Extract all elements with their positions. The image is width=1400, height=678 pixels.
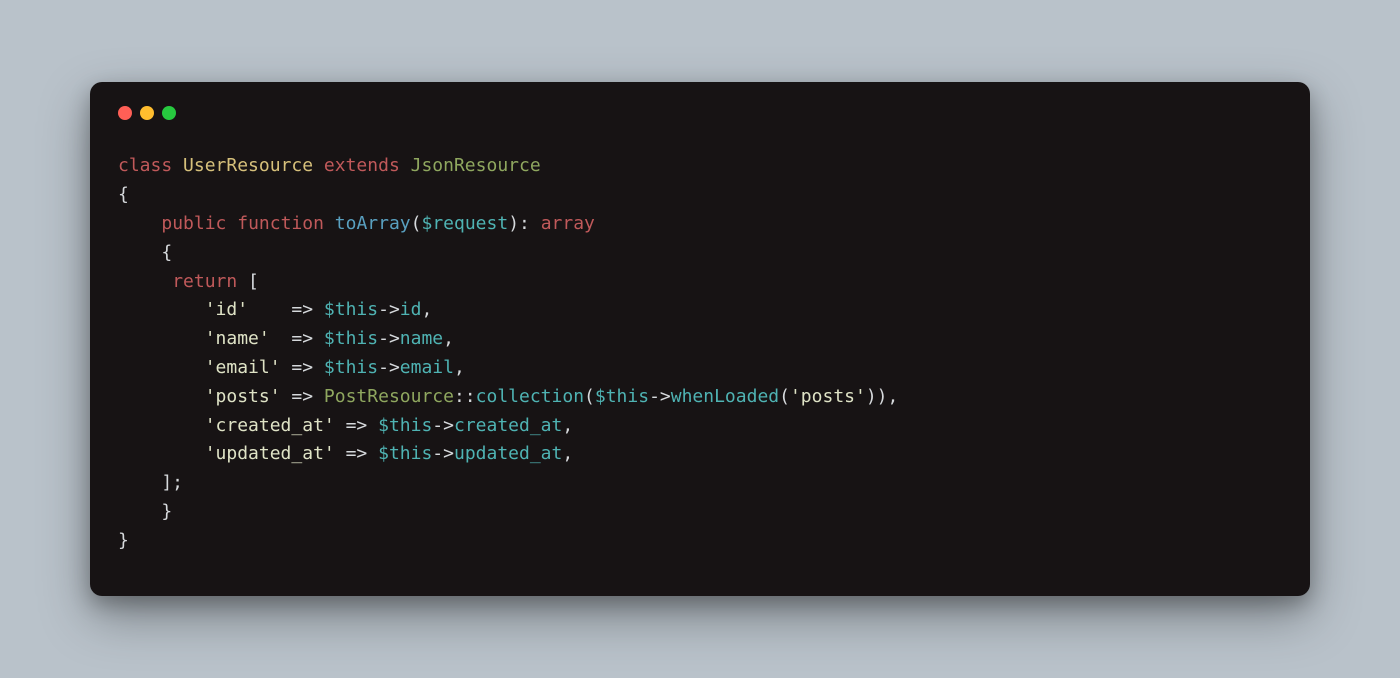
minimize-icon[interactable] [140, 106, 154, 120]
code-line: 'email' => $this->email, [118, 357, 465, 378]
code-line: return [ [118, 271, 259, 292]
code-line: 'created_at' => $this->created_at, [118, 415, 573, 436]
code-window: class UserResource extends JsonResource … [90, 82, 1310, 595]
close-icon[interactable] [118, 106, 132, 120]
code-line: public function toArray($request): array [118, 213, 595, 234]
traffic-lights [118, 106, 1282, 120]
code-line: 'id' => $this->id, [118, 299, 432, 320]
code-line: 'posts' => PostResource::collection($thi… [118, 386, 898, 407]
code-line: 'name' => $this->name, [118, 328, 454, 349]
code-line: 'updated_at' => $this->updated_at, [118, 443, 573, 464]
code-line: } [118, 530, 129, 551]
code-line: class UserResource extends JsonResource [118, 155, 541, 176]
code-line: ]; [118, 472, 183, 493]
maximize-icon[interactable] [162, 106, 176, 120]
code-line: } [118, 501, 172, 522]
code-block: class UserResource extends JsonResource … [118, 152, 1282, 555]
code-line: { [118, 184, 129, 205]
code-line: { [118, 242, 172, 263]
